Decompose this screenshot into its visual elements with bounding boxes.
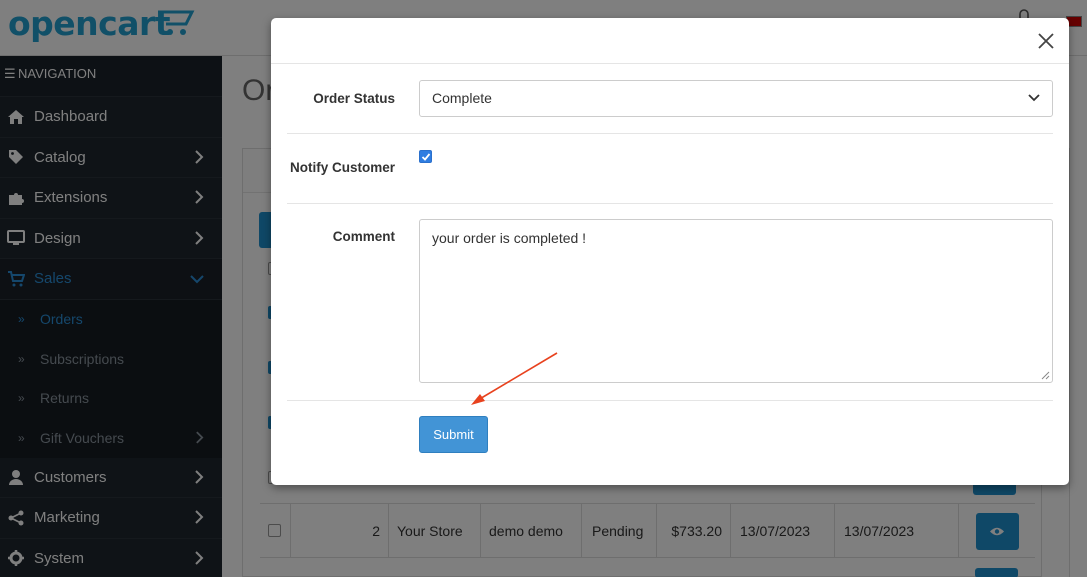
form-divider	[287, 203, 1053, 204]
notify-customer-label: Notify Customer	[289, 160, 395, 175]
order-status-select[interactable]: Complete	[419, 80, 1053, 117]
notify-customer-checkbox[interactable]	[419, 150, 432, 163]
form-divider	[287, 400, 1053, 401]
resize-grip-icon[interactable]	[1041, 371, 1050, 380]
chevron-down-icon	[1028, 94, 1040, 102]
annotation-arrow-icon	[471, 352, 558, 405]
comment-label: Comment	[332, 229, 395, 244]
modal-header	[271, 18, 1069, 64]
order-history-modal: Order Status Complete Notify Customer Co…	[271, 18, 1069, 485]
submit-button[interactable]: Submit	[419, 416, 488, 453]
close-icon[interactable]	[1037, 32, 1055, 50]
order-status-label: Order Status	[313, 91, 395, 106]
checkmark-icon	[421, 153, 431, 161]
form-divider	[287, 133, 1053, 134]
